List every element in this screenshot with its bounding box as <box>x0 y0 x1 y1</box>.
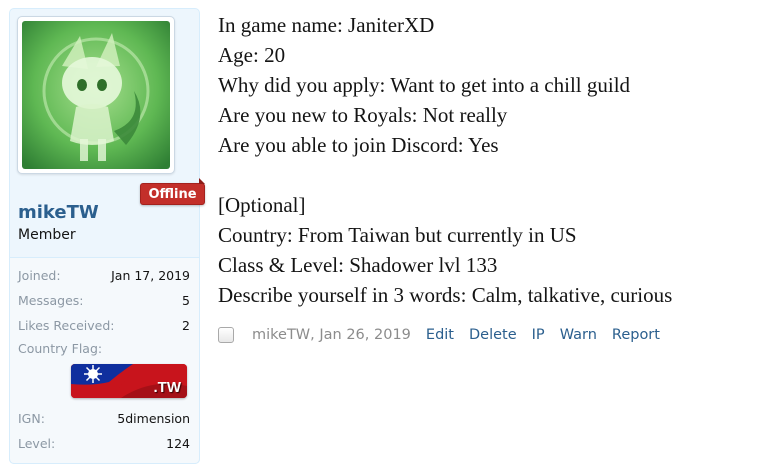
message-line: Class & Level: Shadower lvl 133 <box>218 253 498 277</box>
stat-value[interactable]: 5 <box>182 293 190 308</box>
user-title: Member <box>18 227 76 243</box>
stat-level: Level: 124 <box>18 433 190 453</box>
stat-label: Joined: <box>18 267 61 283</box>
stat-label: Likes Received: <box>18 317 115 333</box>
message-line: Age: 20 <box>218 43 286 67</box>
message-line: Country: From Taiwan but currently in US <box>218 223 577 247</box>
meta-separator: , <box>310 327 320 343</box>
taiwan-flag-icon: .TW <box>71 364 187 398</box>
report-link[interactable]: Report <box>612 327 660 343</box>
message-line: Describe yourself in 3 words: Calm, talk… <box>218 283 673 307</box>
message-meta: mikeTW, Jan 26, 2019 Edit Delete IP Warn… <box>218 324 660 346</box>
message-body: In game name: JaniterXD Age: 20 Why did … <box>218 10 763 310</box>
stat-ign: IGN: 5dimension <box>18 408 190 428</box>
ip-link[interactable]: IP <box>532 327 545 343</box>
stat-label: Messages: <box>18 292 84 308</box>
warn-link[interactable]: Warn <box>560 327 597 343</box>
meta-date-link[interactable]: Jan 26, 2019 <box>319 327 411 343</box>
stat-value: 2 <box>182 317 190 333</box>
stat-value: Jan 17, 2019 <box>111 267 190 283</box>
stat-value: 124 <box>166 435 190 451</box>
status-badge: Offline <box>140 178 205 205</box>
message-line: Are you new to Royals: Not really <box>218 103 508 127</box>
stat-messages: Messages: 5 <box>18 290 190 310</box>
delete-link[interactable]: Delete <box>469 327 517 343</box>
stat-likes: Likes Received: 2 <box>18 315 190 335</box>
stat-label: Level: <box>18 435 56 451</box>
meta-author-link[interactable]: mikeTW <box>252 327 310 343</box>
username-link[interactable]: mikeTW <box>18 202 99 223</box>
message-line: In game name: JaniterXD <box>218 13 435 37</box>
message-line: Why did you apply: Want to get into a ch… <box>218 73 631 97</box>
edit-link[interactable]: Edit <box>426 327 454 343</box>
country-flag-label: Country Flag: <box>18 341 103 356</box>
message-line: Are you able to join Discord: Yes <box>218 133 499 157</box>
stat-joined: Joined: Jan 17, 2019 <box>18 265 190 285</box>
avatar[interactable] <box>17 16 175 174</box>
stat-value: 5dimension <box>117 410 190 426</box>
flag-code: .TW <box>153 379 182 396</box>
select-message-checkbox[interactable] <box>218 327 234 343</box>
stat-label: IGN: <box>18 410 45 426</box>
status-badge-label: Offline <box>148 186 197 202</box>
message-line: [Optional] <box>218 193 306 217</box>
avatar-image <box>22 21 170 169</box>
